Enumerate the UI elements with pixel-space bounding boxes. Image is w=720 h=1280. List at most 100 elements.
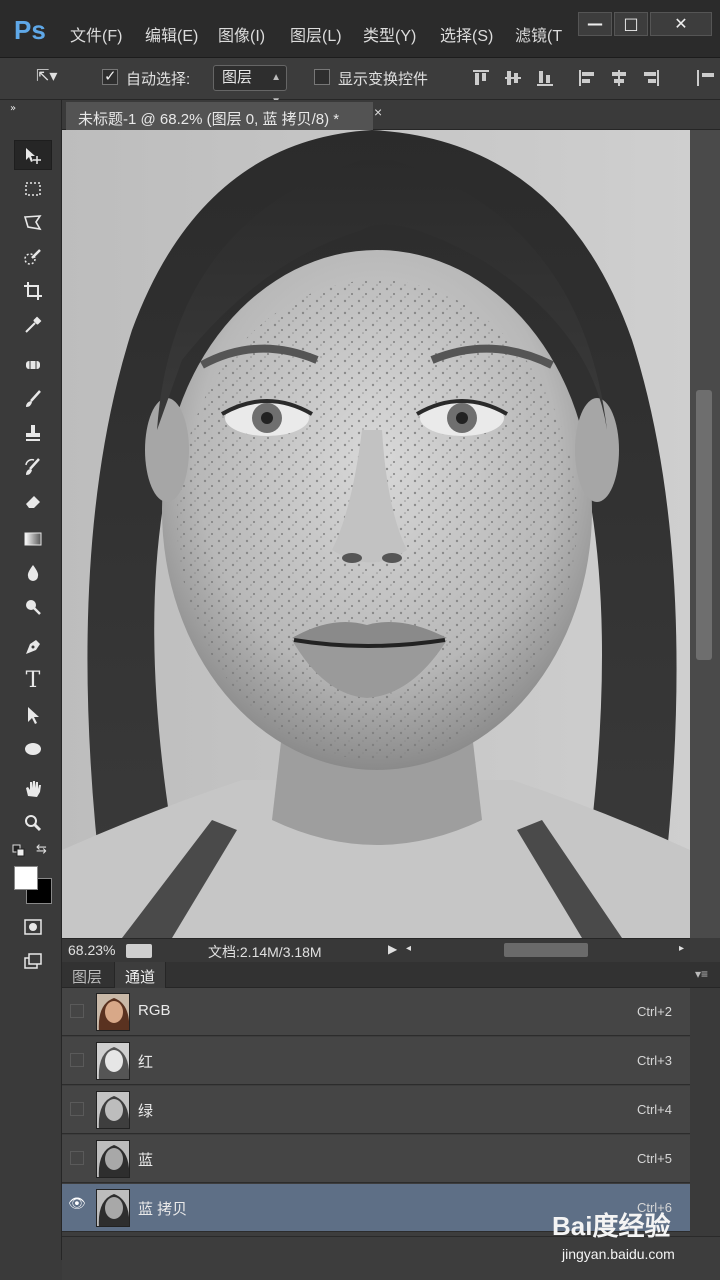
align-vcenter-icon[interactable] (502, 67, 524, 89)
canvas-image[interactable] (62, 130, 690, 938)
blur-tool-icon[interactable] (14, 558, 52, 588)
status-menu-arrow-icon[interactable]: ▶ (388, 942, 397, 956)
channel-shortcut: Ctrl+3 (636, 1053, 672, 1068)
type-tool-icon[interactable]: T (14, 666, 52, 696)
screen-mode-icon[interactable] (14, 946, 52, 976)
quick-selection-tool-icon[interactable] (14, 242, 52, 272)
portrait-photo (62, 130, 690, 938)
photoshop-logo: Ps (14, 15, 46, 45)
swap-colors-icon[interactable]: ⇆ (36, 842, 47, 857)
toolbox: » T ⇆ (0, 100, 62, 1260)
watermark-logo: Bai度经验 (552, 1211, 671, 1241)
history-brush-tool-icon[interactable] (14, 452, 52, 482)
auto-select-label: 自动选择: (126, 71, 191, 88)
watermark-url: jingyan.baidu.com (562, 1246, 675, 1262)
panel-tabs: 图层 通道 ▾≡ (62, 962, 720, 988)
align-right-icon[interactable] (640, 67, 662, 89)
channel-shortcut: Ctrl+4 (636, 1102, 672, 1117)
document-close-icon[interactable]: × (374, 104, 382, 120)
channel-row-red[interactable]: 红 Ctrl+3 (62, 1037, 690, 1085)
channel-shortcut: Ctrl+2 (636, 1004, 672, 1019)
scrollbar-thumb[interactable] (696, 390, 712, 660)
ellipse-tool-icon[interactable] (14, 734, 52, 764)
crop-tool-icon[interactable] (14, 276, 52, 306)
menu-image[interactable]: 图像(I) (218, 22, 265, 46)
eye-icon[interactable]: 👁 (68, 1196, 86, 1212)
pen-tool-icon[interactable] (14, 632, 52, 662)
zoom-slider-icon[interactable] (126, 944, 152, 958)
panel-scrollbar[interactable] (690, 988, 720, 1236)
channels-panel: 图层 通道 ▾≡ RGB Ctrl+2 红 Ctrl+3 绿 Ctrl+4 蓝 … (62, 962, 720, 1280)
menu-bar: Ps 文件(F) 编辑(E) 图像(I) 图层(L) 类型(Y) 选择(S) 滤… (0, 0, 720, 58)
align-hcenter-icon[interactable] (608, 67, 630, 89)
align-left-icon[interactable] (576, 67, 598, 89)
visibility-toggle[interactable] (70, 1053, 84, 1067)
horizontal-scrollbar-thumb[interactable] (504, 943, 588, 957)
channel-thumbnail (96, 993, 130, 1031)
scroll-right-icon[interactable]: ▸ (679, 943, 684, 954)
clone-stamp-tool-icon[interactable] (14, 418, 52, 448)
brush-tool-icon[interactable] (14, 384, 52, 414)
visibility-toggle[interactable] (70, 1004, 84, 1018)
tab-layers[interactable]: 图层 (62, 962, 112, 988)
zoom-level[interactable]: 68.23% (68, 942, 115, 958)
move-tool-preset-icon[interactable]: ⇱▾ (36, 66, 57, 85)
channel-thumbnail (96, 1042, 130, 1080)
auto-select-checkbox[interactable] (102, 67, 118, 85)
minimize-button[interactable]: — (578, 12, 612, 36)
document-size-info: 文档:2.14M/3.18M (208, 944, 322, 960)
channel-thumbnail (96, 1140, 130, 1178)
document-title: 未标题-1 @ 68.2% (图层 0, 蓝 拷贝/8) * (78, 111, 340, 128)
channel-name: 绿 (138, 1103, 154, 1120)
marquee-tool-icon[interactable] (14, 174, 52, 204)
show-transform-label: 显示变换控件 (338, 71, 429, 88)
document-tab[interactable]: 未标题-1 @ 68.2% (图层 0, 蓝 拷贝/8) * (66, 102, 374, 130)
lasso-tool-icon[interactable] (14, 208, 52, 238)
window-controls: — □ ✕ (578, 12, 712, 36)
menu-layer[interactable]: 图层(L) (290, 22, 342, 46)
close-button[interactable]: ✕ (650, 12, 712, 36)
channel-name: 蓝 (138, 1152, 154, 1169)
maximize-button[interactable]: □ (614, 12, 648, 36)
dodge-tool-icon[interactable] (14, 592, 52, 622)
channel-thumbnail (96, 1189, 130, 1227)
gradient-tool-icon[interactable] (14, 524, 52, 554)
status-bar: 68.23% 文档:2.14M/3.18M ▶ ◂ ▸ (62, 938, 690, 962)
visibility-toggle[interactable] (70, 1102, 84, 1116)
menu-type[interactable]: 类型(Y) (363, 22, 416, 46)
channel-name: 红 (138, 1054, 154, 1071)
toolbox-collapse-icon[interactable]: » (10, 102, 48, 116)
channel-row-blue[interactable]: 蓝 Ctrl+5 (62, 1135, 690, 1183)
hand-tool-icon[interactable] (14, 774, 52, 804)
tab-channels[interactable]: 通道 (114, 962, 167, 988)
channel-thumbnail (96, 1091, 130, 1129)
options-bar: ⇱▾ 自动选择: 图层 ▲▼ 显示变换控件 (0, 58, 720, 107)
healing-brush-tool-icon[interactable] (14, 350, 52, 380)
menu-select[interactable]: 选择(S) (440, 22, 493, 46)
menu-file[interactable]: 文件(F) (70, 22, 122, 46)
scroll-left-icon[interactable]: ◂ (406, 943, 411, 954)
menu-edit[interactable]: 编辑(E) (145, 22, 198, 46)
zoom-tool-icon[interactable] (14, 808, 52, 838)
show-transform-checkbox[interactable] (314, 69, 330, 85)
channel-name: RGB (138, 1002, 171, 1019)
panel-menu-icon[interactable]: ▾≡ (695, 967, 708, 981)
align-top-icon[interactable] (470, 67, 492, 89)
auto-select-target-dropdown[interactable]: 图层 ▲▼ (213, 65, 287, 107)
default-colors-icon[interactable] (12, 844, 26, 858)
foreground-color-swatch[interactable] (14, 866, 38, 890)
auto-select-target-value: 图层 (222, 69, 253, 86)
channel-row-rgb[interactable]: RGB Ctrl+2 (62, 988, 690, 1036)
quick-mask-icon[interactable] (14, 912, 52, 942)
visibility-toggle[interactable] (70, 1151, 84, 1165)
path-selection-tool-icon[interactable] (14, 700, 52, 730)
distribute-icon[interactable] (694, 67, 716, 89)
canvas-vertical-scrollbar[interactable] (690, 130, 720, 938)
move-tool-icon[interactable] (14, 140, 52, 170)
align-bottom-icon[interactable] (534, 67, 556, 89)
eraser-tool-icon[interactable] (14, 486, 52, 516)
channel-row-green[interactable]: 绿 Ctrl+4 (62, 1086, 690, 1134)
menu-filter[interactable]: 滤镜(T (515, 22, 562, 46)
channel-shortcut: Ctrl+5 (636, 1151, 672, 1166)
eyedropper-tool-icon[interactable] (14, 310, 52, 340)
